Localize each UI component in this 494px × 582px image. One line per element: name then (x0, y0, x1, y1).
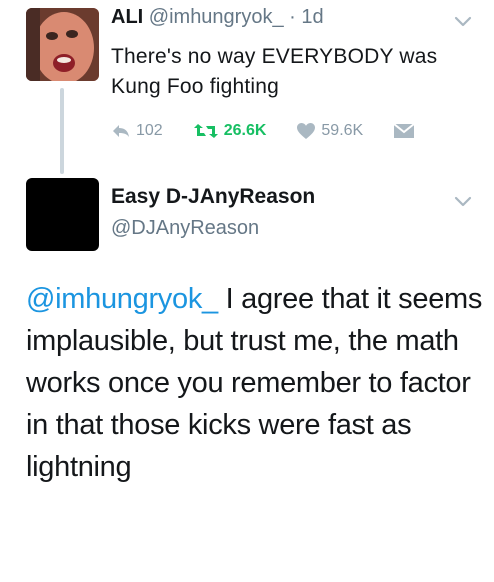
like-button[interactable]: 59.6K (296, 122, 363, 140)
chevron-down-icon[interactable] (454, 196, 472, 208)
direct-message-button[interactable] (393, 123, 420, 139)
separator-dot: · (289, 6, 296, 28)
author-name[interactable]: Easy D-JAnyReason (111, 184, 315, 210)
thread-line (60, 88, 64, 174)
author-name[interactable]: ALI (111, 6, 143, 28)
reply-icon (113, 125, 129, 137)
mention-link[interactable]: @imhungryok_ (26, 283, 218, 315)
tweet-header: ALI @imhungryok_ · 1d (111, 4, 324, 30)
author-handle[interactable]: @DJAnyReason (111, 215, 259, 241)
author-handle[interactable]: @imhungryok_ (149, 6, 284, 28)
direct-message-icon (393, 123, 415, 138)
retweet-button[interactable]: 26.6K (193, 122, 267, 140)
retweet-icon (193, 124, 218, 138)
avatar[interactable] (26, 8, 99, 81)
heart-icon (297, 123, 316, 139)
avatar[interactable] (26, 178, 99, 251)
retweet-count: 26.6K (223, 122, 267, 139)
like-count: 59.6K (321, 122, 364, 139)
reply-tweet: Easy D-JAnyReason @DJAnyReason @imhungry… (0, 170, 494, 582)
reply-button[interactable]: 102 (111, 122, 163, 140)
tweet-actions: 102 26.6K 59.6K (111, 118, 450, 144)
original-tweet: ALI @imhungryok_ · 1d There's no way EVE… (0, 0, 494, 174)
tweet-text: @imhungryok_ I agree that it seems impla… (26, 278, 486, 488)
avatar-photo (26, 8, 99, 81)
chevron-down-icon[interactable] (454, 16, 472, 28)
timestamp[interactable]: 1d (301, 6, 323, 28)
reply-count: 102 (136, 122, 163, 139)
tweet-text: There's no way EVERYBODY was Kung Foo fi… (111, 45, 438, 98)
